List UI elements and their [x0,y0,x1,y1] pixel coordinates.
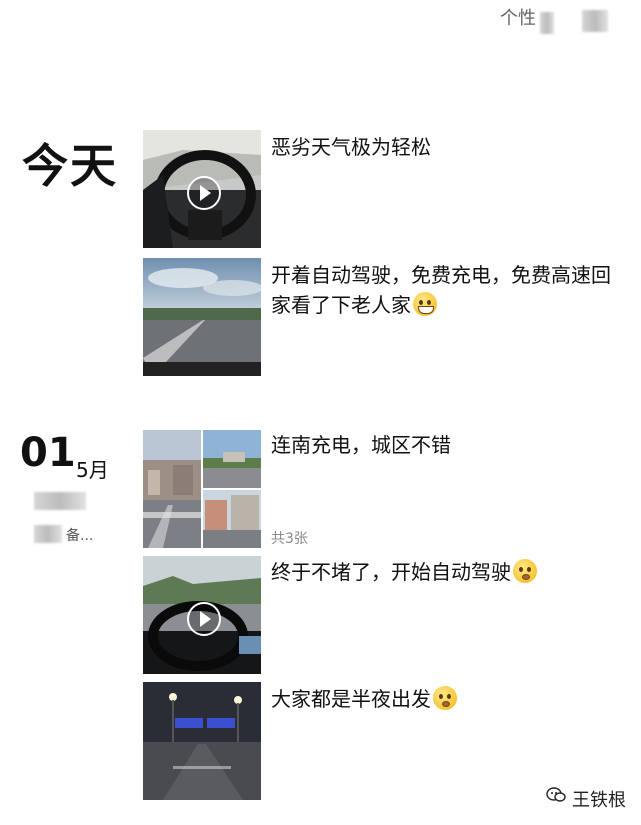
post-text-content: 恶劣天气极为轻松 [271,135,431,159]
post-thumbnail-image[interactable] [143,258,261,376]
location-snippet: 备... [66,528,94,544]
date-day: 01 [20,430,76,476]
grin-emoji-icon [413,292,437,316]
blurred-location-1 [34,492,86,510]
post-text: 开着自动驾驶，免费充电，免费高速回家看了下老人家 [271,260,621,320]
watermark-label: 王铁根 [572,790,626,811]
play-icon[interactable] [187,602,221,636]
blurred-location-2 [34,525,62,543]
night-road-image [143,682,261,800]
post-text-content: 大家都是半夜出发 [271,687,431,711]
signature-label: 个性 [500,8,536,29]
post-thumbnail-grid[interactable] [143,430,261,548]
post-text: 连南充电，城区不错 [271,430,621,460]
post-text-content: 连南充电，城区不错 [271,433,451,457]
post-text-content: 开着自动驾驶，免费充电，免费高速回家看了下老人家 [271,263,611,317]
post-thumbnail-image[interactable] [143,682,261,800]
grid-images [143,430,261,548]
post-text: 恶劣天气极为轻松 [271,132,621,162]
image-count: 共3张 [271,531,308,547]
worried-emoji-icon [433,686,457,710]
moments-page: 个性 今天 恶劣天气极为轻松 开着自动驾驶，免费充电，免费高速回家看了下老人家 … [0,0,641,825]
blurred-signature-1 [540,12,554,34]
post-text: 大家都是半夜出发 [271,684,621,714]
post-thumbnail-video[interactable] [143,556,261,674]
date-month: 5月 [76,458,109,482]
post-thumbnail-video[interactable] [143,130,261,248]
highway-image [143,258,261,376]
play-icon[interactable] [187,176,221,210]
post-text: 终于不堵了，开始自动驾驶 [271,557,621,587]
post-text-content: 终于不堵了，开始自动驾驶 [271,560,511,584]
blurred-signature-2 [582,10,608,32]
day-label-today: 今天 [22,139,118,193]
worried-emoji-icon [513,559,537,583]
wechat-icon [546,787,566,802]
